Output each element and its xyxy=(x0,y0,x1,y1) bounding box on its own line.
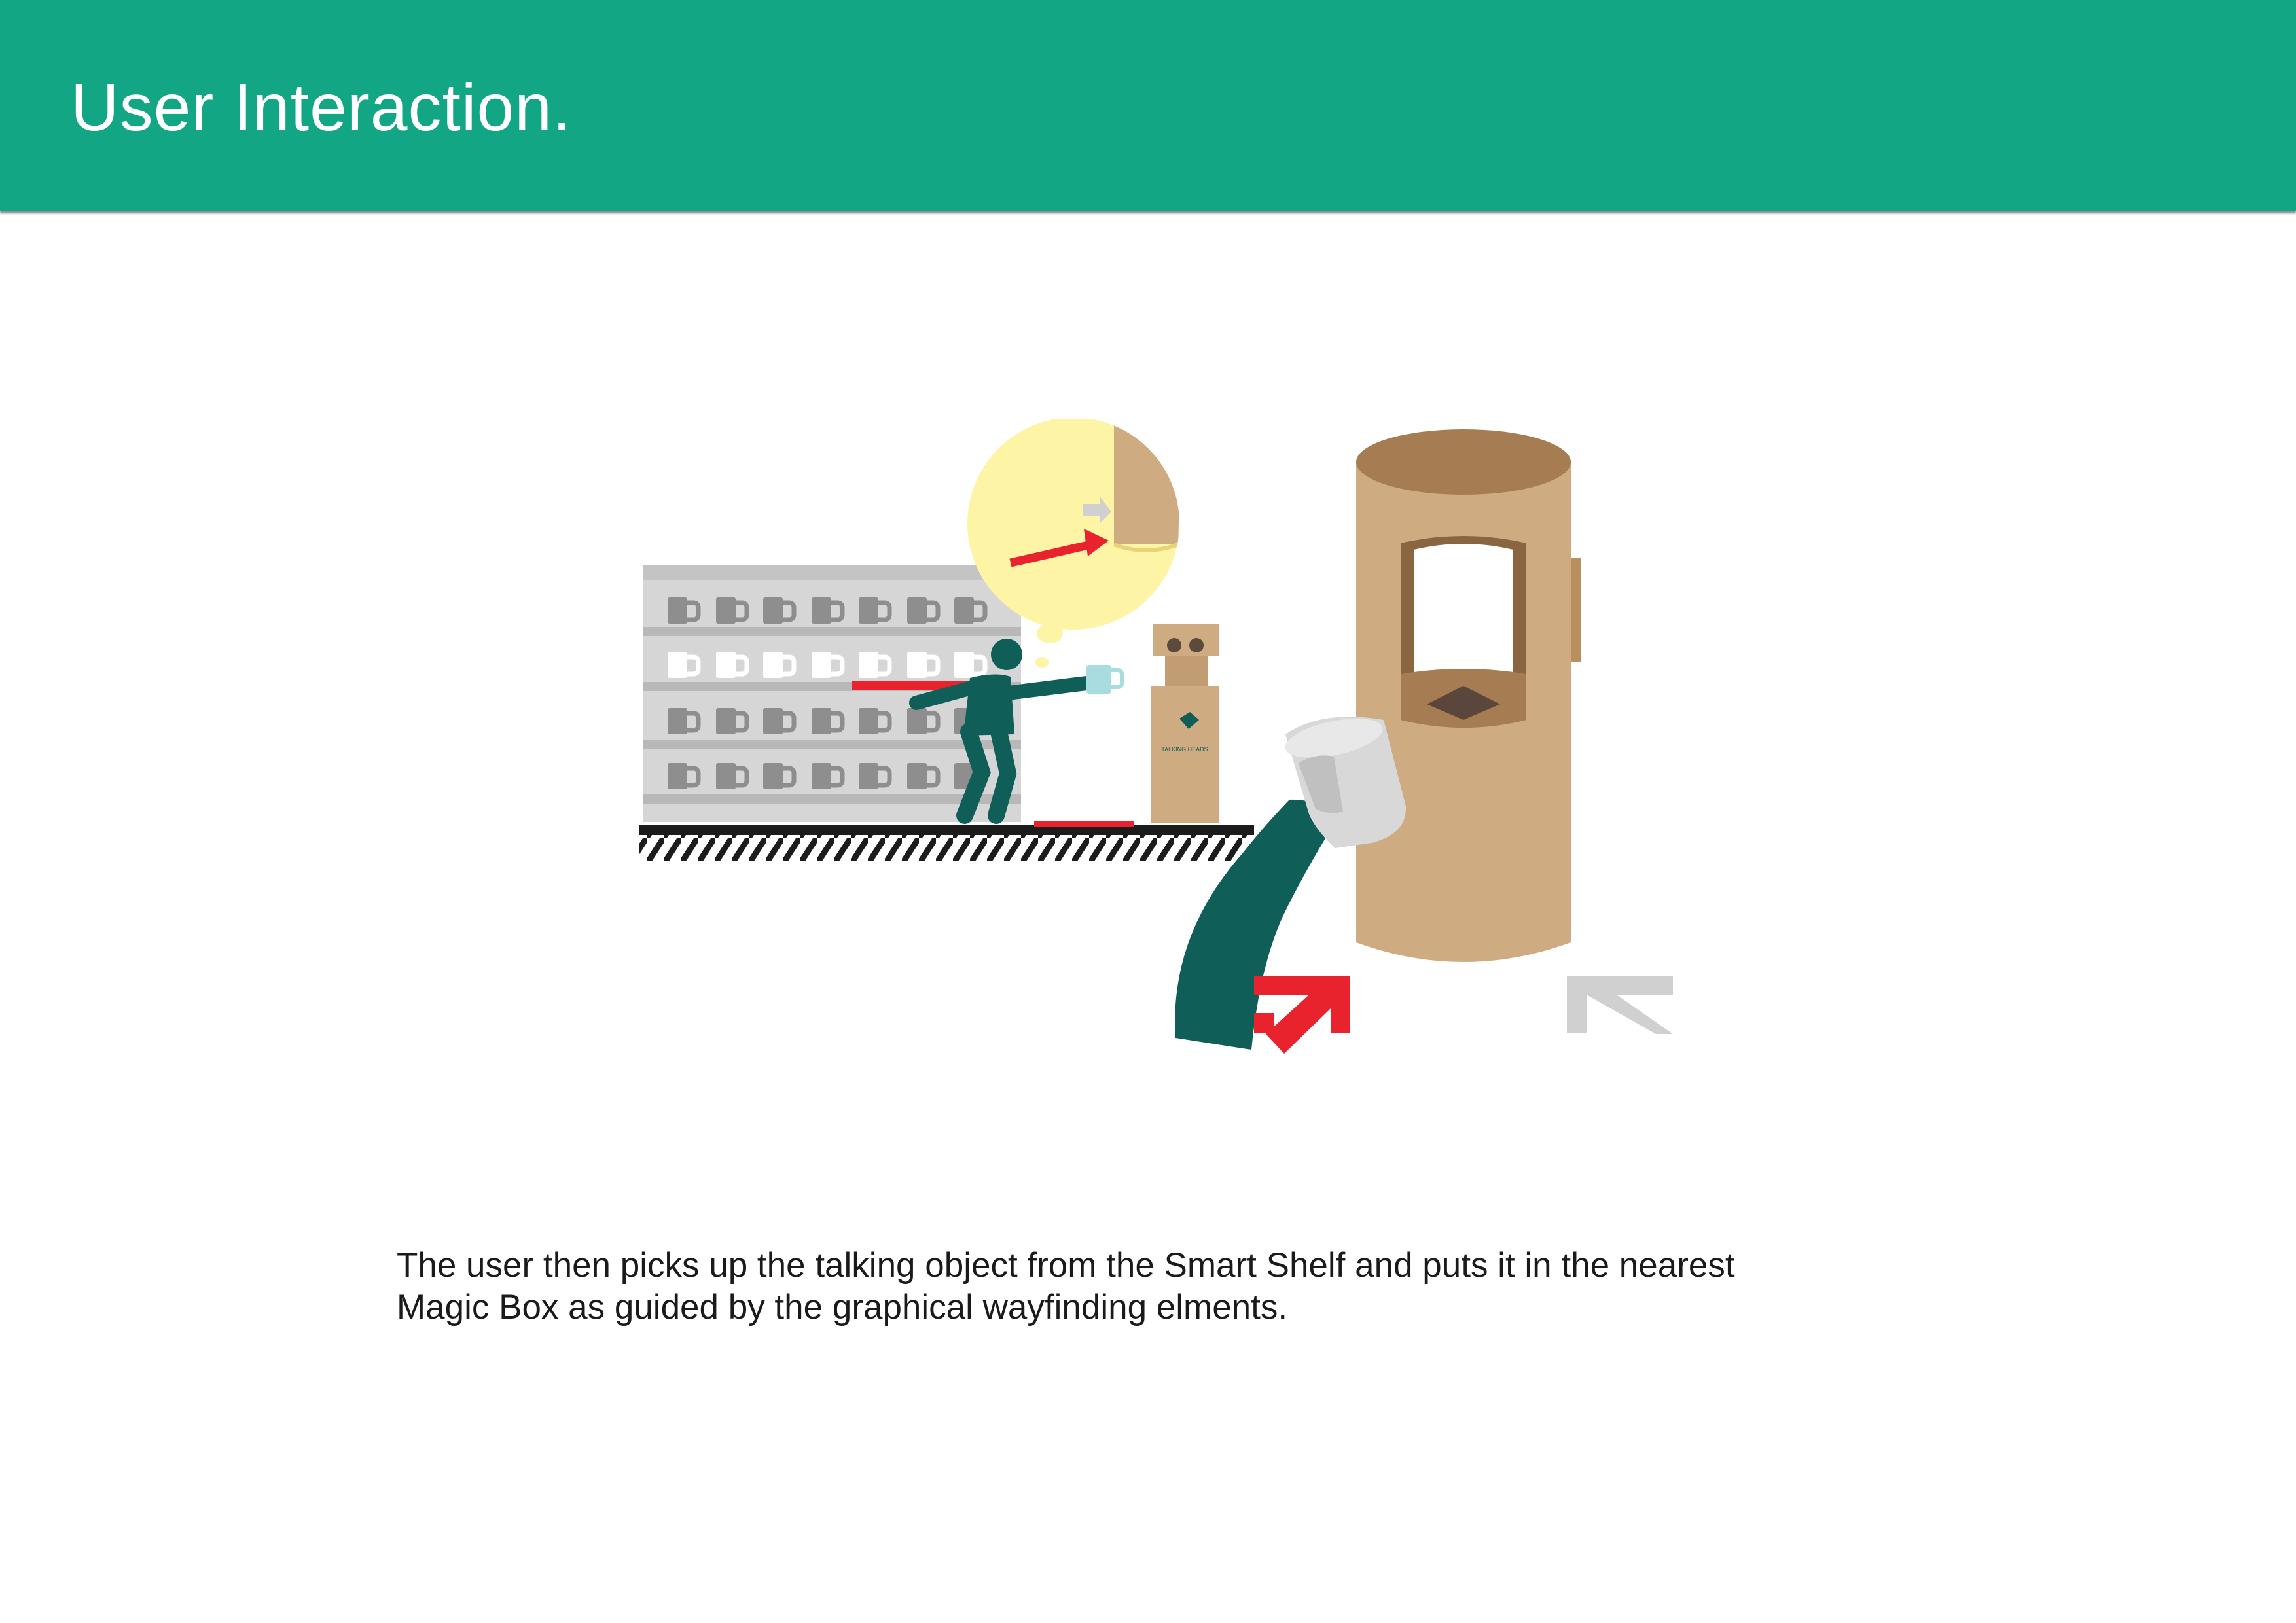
talking-object-box: TALKING HEADS xyxy=(1151,624,1219,823)
caption-line-2: Magic Box as guided by the graphical way… xyxy=(397,1288,1288,1327)
magic-box xyxy=(1356,429,1581,962)
arrow-icon xyxy=(1254,976,1350,1054)
user-interaction-illustration: TALKING HEADS xyxy=(639,419,1673,1054)
floor xyxy=(639,821,1254,861)
header-bar: User Interaction. xyxy=(0,0,2296,211)
mug-icon xyxy=(1086,665,1124,694)
caption: The user then picks up the talking objec… xyxy=(397,1245,1954,1329)
page-title: User Interaction. xyxy=(71,70,572,145)
svg-text:TALKING HEADS: TALKING HEADS xyxy=(1161,746,1208,753)
arrow-icon xyxy=(1567,976,1673,1034)
caption-line-1: The user then picks up the talking objec… xyxy=(397,1246,1735,1285)
